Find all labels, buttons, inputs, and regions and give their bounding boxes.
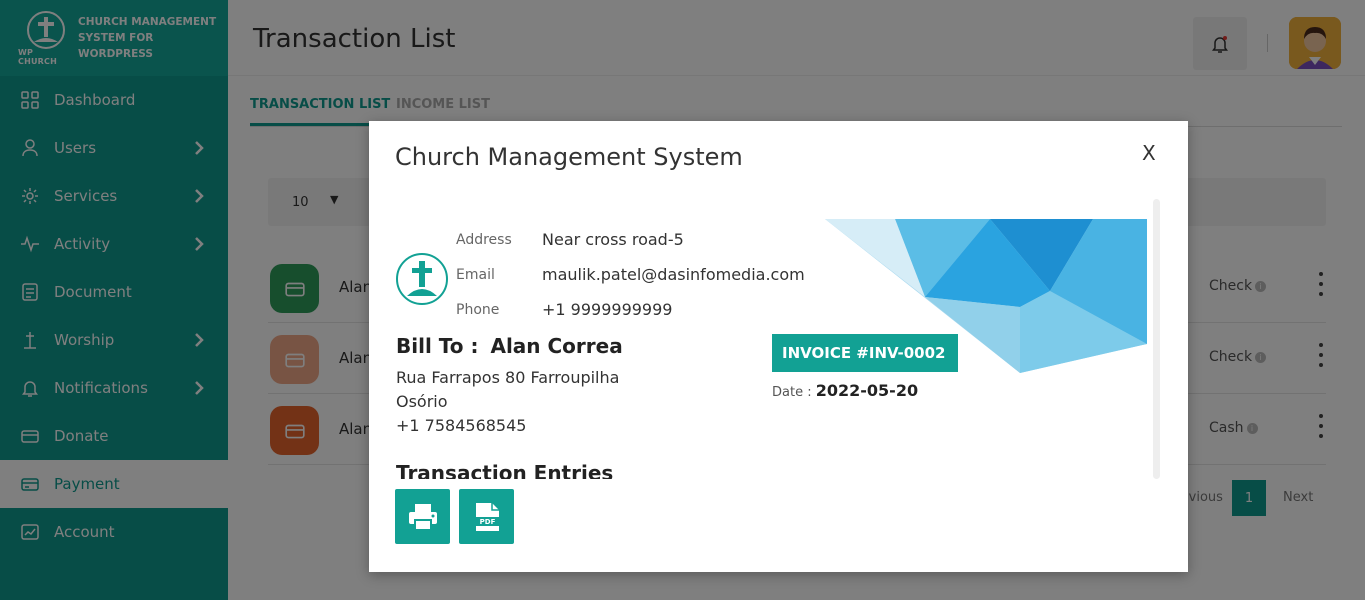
email-label: Email bbox=[456, 267, 495, 283]
transaction-entries-title: Transaction Entries bbox=[396, 461, 614, 479]
printer-icon bbox=[408, 503, 437, 531]
invoice-date: Date : 2022-05-20 bbox=[772, 381, 918, 400]
bill-to-label: Bill To : bbox=[396, 334, 479, 358]
print-button[interactable] bbox=[395, 489, 450, 544]
address-label: Address bbox=[456, 232, 512, 248]
invoice-number-badge: INVOICE #INV-0002 bbox=[772, 334, 958, 372]
modal-body: Address Near cross road-5 Email maulik.p… bbox=[369, 199, 1188, 479]
pdf-button[interactable]: PDF bbox=[459, 489, 514, 544]
phone-value: +1 9999999999 bbox=[542, 300, 673, 319]
church-logo-icon bbox=[396, 253, 448, 305]
close-button[interactable]: X bbox=[1142, 141, 1156, 165]
invoice-date-label: Date : bbox=[772, 385, 812, 400]
bill-phone: +1 7584568545 bbox=[396, 416, 527, 435]
address-value: Near cross road-5 bbox=[542, 230, 684, 249]
phone-label: Phone bbox=[456, 302, 500, 318]
pdf-icon: PDF bbox=[475, 502, 499, 531]
bill-to-name: Alan Correa bbox=[490, 334, 623, 358]
invoice-date-value: 2022-05-20 bbox=[815, 381, 919, 400]
svg-text:PDF: PDF bbox=[479, 518, 495, 526]
invoice-modal: Church Management System X Address Near … bbox=[369, 121, 1188, 572]
modal-title: Church Management System bbox=[395, 143, 743, 171]
bill-address-line2: Osório bbox=[396, 392, 448, 411]
modal-scrollbar[interactable] bbox=[1153, 199, 1160, 479]
bill-address-line1: Rua Farrapos 80 Farroupilha bbox=[396, 368, 620, 387]
bill-to: Bill To : Alan Correa bbox=[396, 334, 623, 358]
email-value: maulik.patel@dasinfomedia.com bbox=[542, 265, 805, 284]
